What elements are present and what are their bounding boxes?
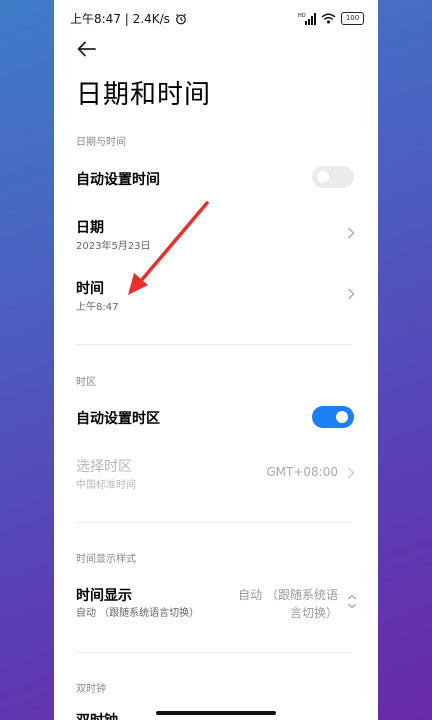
time-display-value-line2: 言切换） bbox=[289, 606, 338, 620]
time-display-value-line1: 自动 （跟随系统语 bbox=[238, 588, 338, 602]
chevron-right-icon bbox=[348, 227, 355, 239]
up-down-chevron-icon bbox=[348, 594, 356, 609]
back-arrow-icon bbox=[77, 41, 96, 57]
auto-time-toggle[interactable] bbox=[312, 166, 354, 188]
time-display-sub: 自动 （跟随系统语言切换） bbox=[76, 608, 200, 619]
wifi-icon bbox=[321, 9, 336, 28]
home-indicator[interactable] bbox=[156, 711, 276, 715]
section-header-date-time: 日期与时间 bbox=[76, 137, 126, 148]
signal-icon: HD bbox=[298, 12, 316, 25]
chevron-right-icon bbox=[348, 467, 355, 479]
auto-time-row[interactable]: 自动设置时间 bbox=[54, 158, 378, 198]
battery-icon: 100 bbox=[341, 12, 364, 25]
time-row[interactable]: 时间 上午8:47 bbox=[54, 270, 378, 320]
section-divider bbox=[76, 344, 352, 345]
toggle-knob bbox=[317, 171, 329, 183]
select-timezone-sub: 中国标准时间 bbox=[76, 480, 136, 491]
time-value: 上午8:47 bbox=[76, 302, 119, 313]
time-display-row[interactable]: 时间显示 自动 （跟随系统语言切换） 自动 （跟随系统语 言切换） bbox=[54, 576, 378, 632]
time-label: 时间 bbox=[76, 281, 104, 297]
settings-screen: 上午8:47 | 2.4K/s HD 100 日期和时间 日期与时间 自动设置时… bbox=[54, 0, 378, 720]
alarm-clock-icon bbox=[175, 10, 187, 29]
auto-timezone-label: 自动设置时区 bbox=[76, 411, 160, 427]
toggle-knob bbox=[336, 411, 348, 423]
back-button[interactable] bbox=[76, 38, 98, 60]
status-time: 上午8:47 | 2.4K/s bbox=[70, 12, 170, 26]
time-display-label: 时间显示 bbox=[76, 588, 132, 604]
auto-timezone-row[interactable]: 自动设置时区 bbox=[54, 398, 378, 438]
date-row[interactable]: 日期 2023年5月23日 bbox=[54, 208, 378, 258]
select-timezone-row[interactable]: 选择时区 中国标准时间 GMT+08:00 bbox=[54, 448, 378, 498]
status-bar: 上午8:47 | 2.4K/s HD 100 bbox=[54, 0, 378, 32]
auto-time-label: 自动设置时间 bbox=[76, 172, 160, 188]
section-divider bbox=[76, 652, 352, 653]
date-label: 日期 bbox=[76, 220, 104, 236]
section-header-dual-clock: 双时钟 bbox=[76, 684, 106, 695]
select-timezone-label: 选择时区 bbox=[76, 459, 132, 475]
auto-timezone-toggle[interactable] bbox=[312, 406, 354, 428]
status-icons: HD 100 bbox=[298, 9, 364, 28]
timezone-value: GMT+08:00 bbox=[266, 465, 338, 479]
page-title: 日期和时间 bbox=[76, 80, 212, 110]
date-value: 2023年5月23日 bbox=[76, 241, 151, 252]
section-header-display-style: 时间显示样式 bbox=[76, 554, 136, 565]
dual-clock-label: 双时钟 bbox=[76, 710, 118, 720]
section-header-timezone: 时区 bbox=[76, 377, 96, 388]
section-divider bbox=[76, 522, 352, 523]
chevron-right-icon bbox=[348, 288, 355, 300]
